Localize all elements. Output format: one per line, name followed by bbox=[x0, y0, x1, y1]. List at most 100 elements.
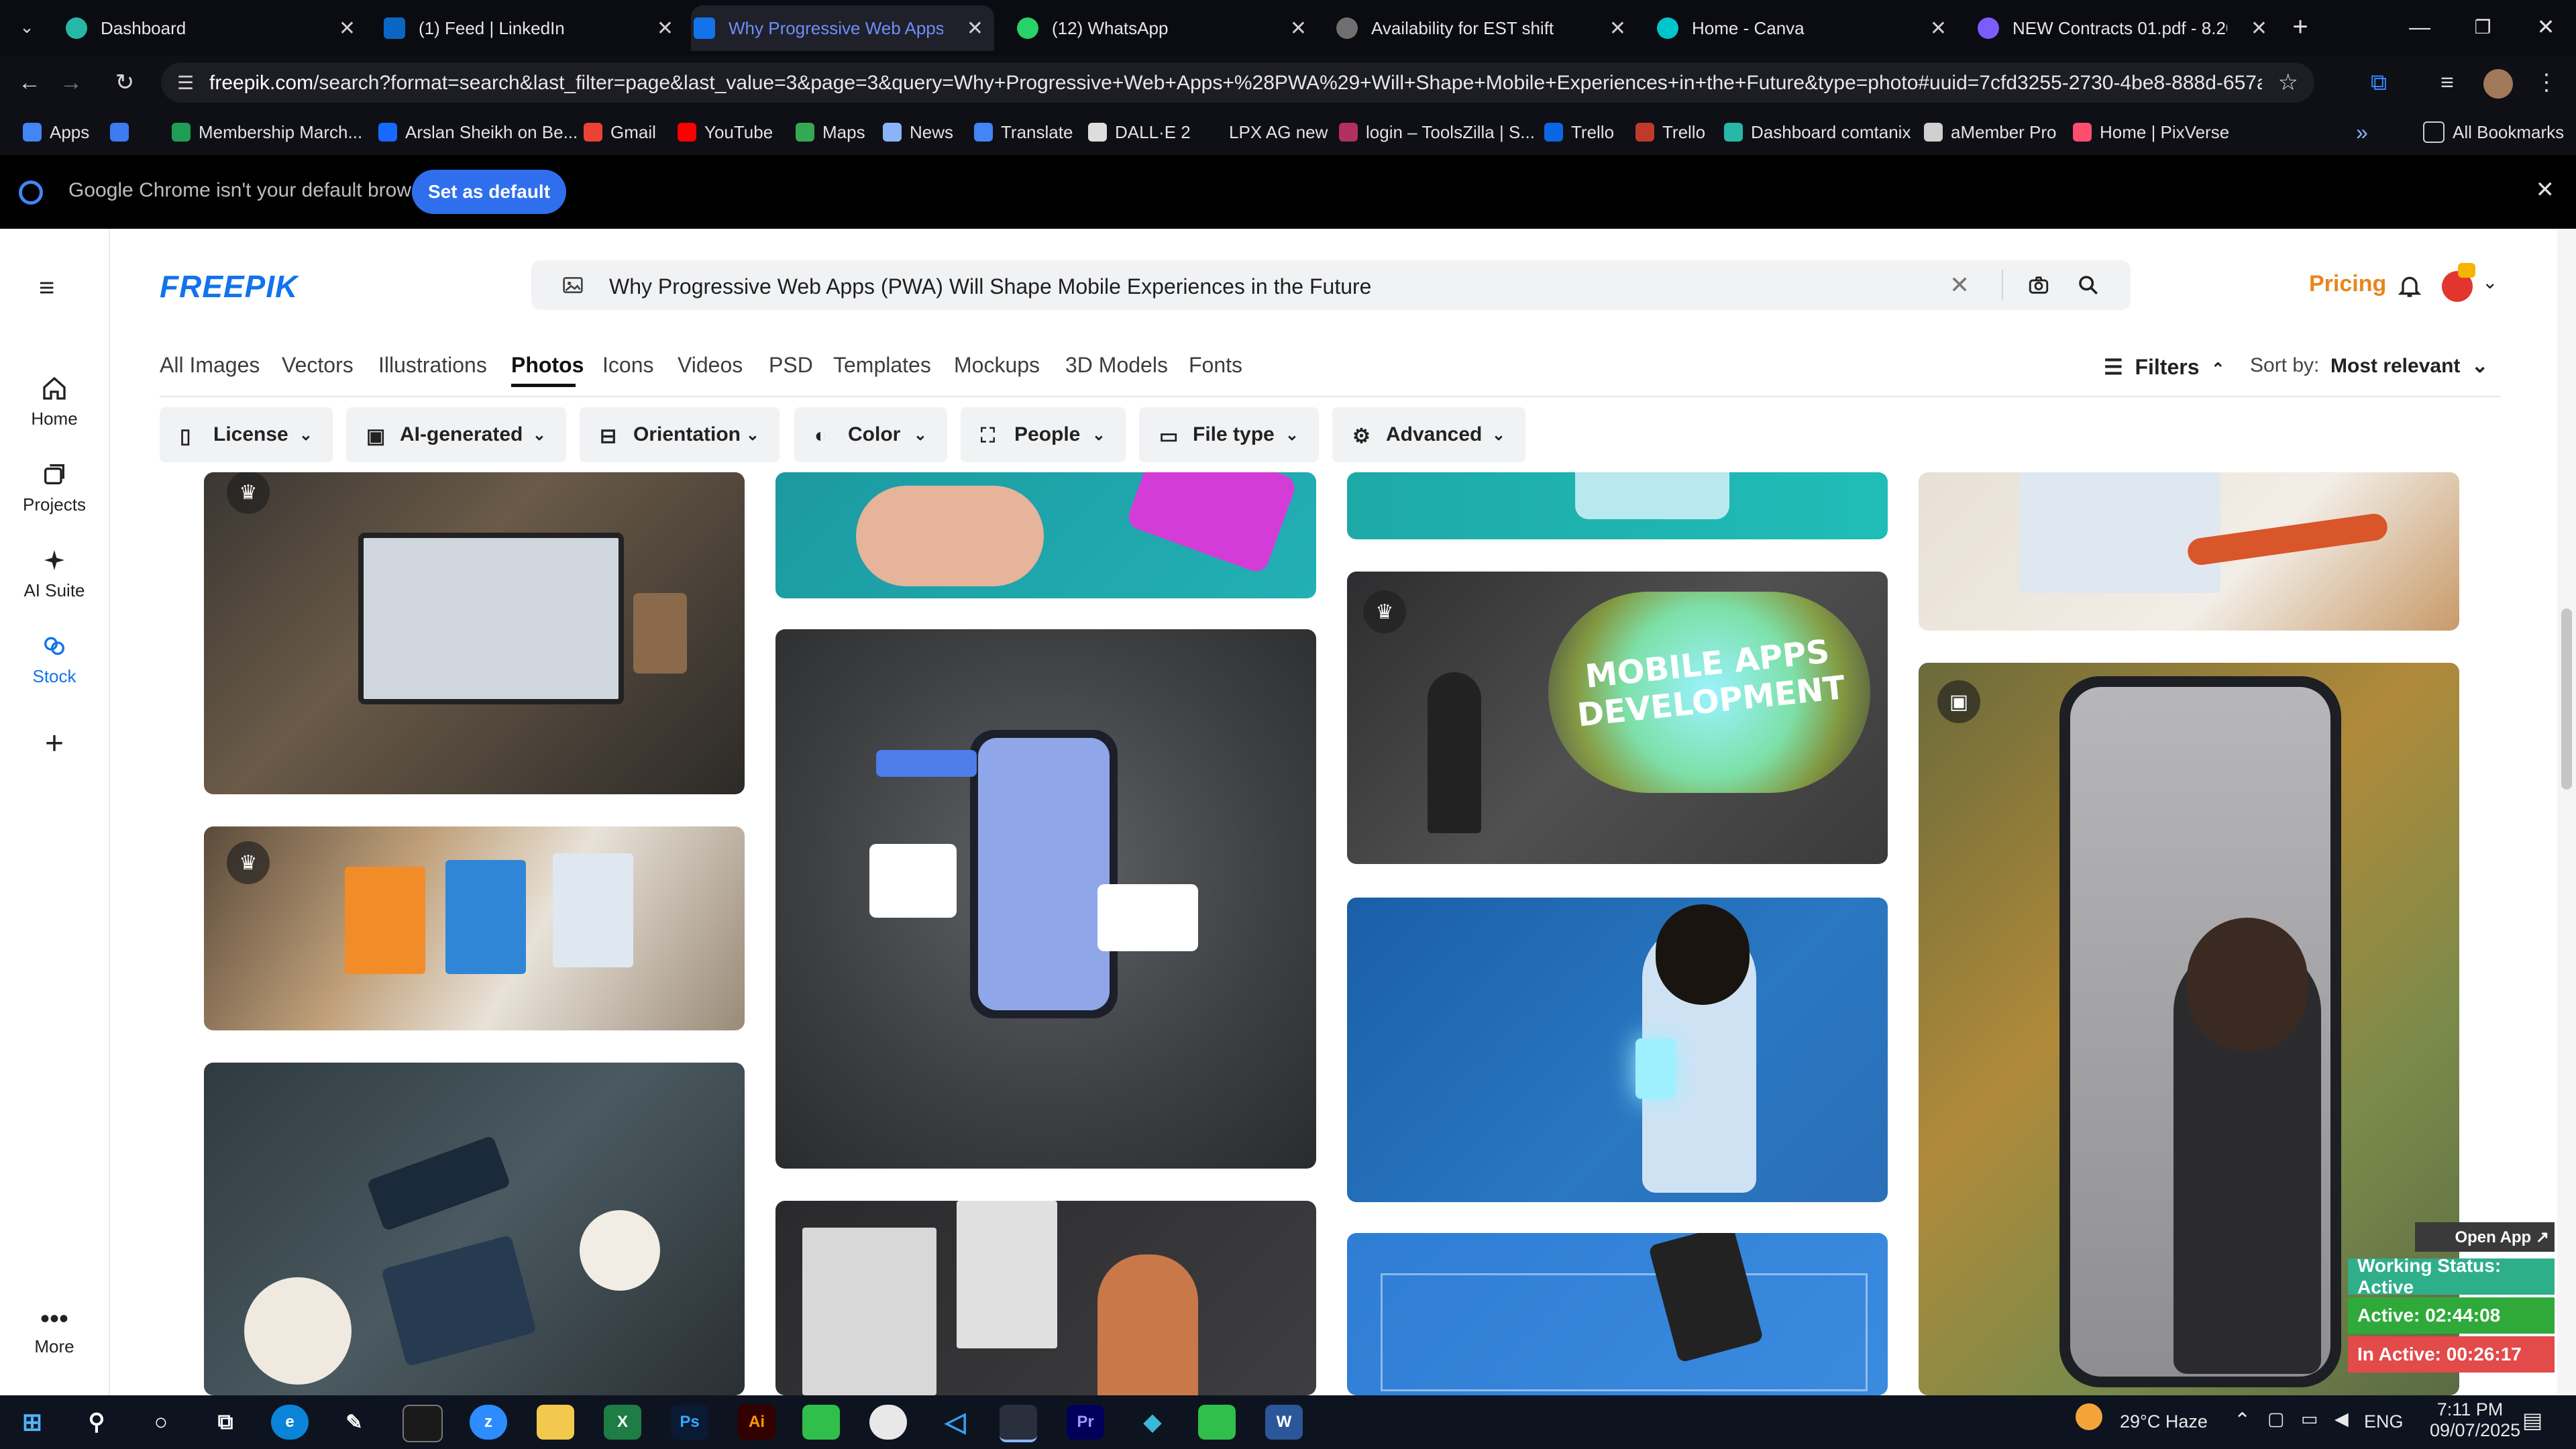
photo-cafe-phones[interactable] bbox=[204, 1063, 745, 1395]
volume-icon[interactable]: ◀ bbox=[2334, 1409, 2349, 1430]
bookmark-grid[interactable] bbox=[110, 120, 137, 144]
excel-icon[interactable]: X bbox=[604, 1405, 641, 1440]
search-icon[interactable] bbox=[2077, 274, 2100, 297]
bookmark-youtube[interactable]: YouTube bbox=[678, 120, 773, 144]
tab-all-images[interactable]: All Images bbox=[160, 353, 260, 378]
bookmark-membership[interactable]: Membership March... bbox=[172, 120, 362, 144]
word-icon[interactable]: W bbox=[1265, 1405, 1303, 1440]
bookmark-comtanix[interactable]: Dashboard comtanix bbox=[1724, 120, 1911, 144]
photo-paper-prototype[interactable] bbox=[1919, 472, 2459, 631]
tab-linkedin[interactable]: (1) Feed | LinkedIn ✕ bbox=[381, 5, 684, 51]
photo-mobile-apps-development[interactable]: MOBILE APPS DEVELOPMENT ♛ bbox=[1347, 572, 1888, 864]
page-scrollbar[interactable] bbox=[2557, 229, 2576, 1395]
filters-toggle[interactable]: ☰ Filters ⌃ bbox=[2104, 354, 2224, 380]
premiere-icon[interactable]: Pr bbox=[1067, 1405, 1104, 1440]
vscode-icon[interactable]: ◁ bbox=[936, 1405, 974, 1440]
edge-icon[interactable]: e bbox=[271, 1405, 309, 1440]
blue-diamond-app-icon[interactable]: ◆ bbox=[1134, 1405, 1171, 1440]
tab-photos[interactable]: Photos bbox=[511, 353, 584, 378]
tray-chevron-up-icon[interactable]: ⌃ bbox=[2234, 1409, 2251, 1432]
sort-dropdown[interactable]: Most relevant ⌄ bbox=[2330, 354, 2488, 378]
filter-people[interactable]: ⛶ People ⌄ bbox=[961, 407, 1126, 462]
tab-contracts-pdf[interactable]: NEW Contracts 01.pdf - 8.208 ✕ bbox=[1975, 5, 2278, 51]
all-bookmarks[interactable]: All Bookmarks bbox=[2423, 120, 2564, 144]
tab-fonts[interactable]: Fonts bbox=[1189, 353, 1242, 378]
tab-whatsapp[interactable]: (12) WhatsApp ✕ bbox=[1014, 5, 1318, 51]
bookmark-toolszilla[interactable]: login – ToolsZilla | S... bbox=[1339, 120, 1535, 144]
url-text[interactable]: freepik.com/search?format=search&last_fi… bbox=[209, 72, 2262, 95]
tab-illustrations[interactable]: Illustrations bbox=[378, 353, 487, 378]
bookmark-gmail[interactable]: Gmail bbox=[584, 120, 656, 144]
windows-start-icon[interactable]: ⊞ bbox=[13, 1405, 51, 1440]
task-view-icon[interactable]: ⧉ bbox=[207, 1405, 244, 1440]
extensions-icon[interactable]: ⧉ bbox=[2361, 65, 2396, 100]
pricing-link[interactable]: Pricing bbox=[2309, 271, 2386, 297]
filter-license[interactable]: ▯ License ⌄ bbox=[160, 407, 333, 462]
camera-search-icon[interactable] bbox=[2027, 274, 2050, 297]
network-icon[interactable]: ▭ bbox=[2301, 1409, 2318, 1430]
weather-text[interactable]: 29°C Haze bbox=[2120, 1411, 2208, 1432]
cortana-icon[interactable]: ○ bbox=[142, 1405, 180, 1440]
tab-mockups[interactable]: Mockups bbox=[954, 353, 1040, 378]
rail-item-projects[interactable]: Projects bbox=[0, 461, 109, 515]
bookmark-news[interactable]: News bbox=[883, 120, 953, 144]
reload-icon[interactable]: ↻ bbox=[107, 65, 142, 100]
bookmark-star-icon[interactable]: ☆ bbox=[2278, 69, 2298, 96]
photoshop-icon[interactable]: Ps bbox=[671, 1405, 708, 1440]
search-bar[interactable]: Why Progressive Web Apps (PWA) Will Shap… bbox=[531, 260, 2131, 310]
zoom-icon[interactable]: z bbox=[470, 1405, 507, 1440]
meet-now-icon[interactable]: ▢ bbox=[2267, 1409, 2285, 1430]
photo-app-sketches[interactable]: ♛ bbox=[204, 826, 745, 1030]
tab-vectors[interactable]: Vectors bbox=[282, 353, 354, 378]
address-bar[interactable]: ☰ freepik.com/search?format=search&last_… bbox=[161, 62, 2314, 103]
minimize-window-button[interactable]: — bbox=[2390, 0, 2450, 54]
filter-file-type[interactable]: ▭ File type ⌄ bbox=[1139, 407, 1319, 462]
restore-window-button[interactable]: ❐ bbox=[2453, 0, 2513, 54]
chrome-menu-icon[interactable]: ⋮ bbox=[2529, 65, 2564, 100]
bookmark-trello-1[interactable]: Trello bbox=[1544, 120, 1614, 144]
close-tab-icon[interactable]: ✕ bbox=[1609, 17, 1626, 40]
green-app-icon[interactable] bbox=[1198, 1405, 1236, 1440]
close-tab-icon[interactable]: ✕ bbox=[1930, 17, 1947, 40]
tab-icons[interactable]: Icons bbox=[602, 353, 653, 378]
close-tab-icon[interactable]: ✕ bbox=[2251, 17, 2267, 40]
tab-3d-models[interactable]: 3D Models bbox=[1065, 353, 1168, 378]
tab-videos[interactable]: Videos bbox=[678, 353, 743, 378]
rail-item-stock[interactable]: Stock bbox=[0, 633, 109, 687]
set-as-default-button[interactable]: Set as default bbox=[412, 170, 566, 214]
rail-item-home[interactable]: Home bbox=[0, 375, 109, 429]
image-type-icon[interactable] bbox=[562, 275, 584, 295]
tab-freepik-active[interactable]: Why Progressive Web Apps (P ✕ bbox=[691, 5, 994, 51]
filter-advanced[interactable]: ⚙ Advanced ⌄ bbox=[1332, 407, 1525, 462]
close-tab-icon[interactable]: ✕ bbox=[657, 17, 674, 40]
tab-psd[interactable]: PSD bbox=[769, 353, 813, 378]
bookmark-pixverse[interactable]: Home | PixVerse bbox=[2073, 120, 2229, 144]
open-app-link[interactable]: Open App ↗ bbox=[2415, 1222, 2555, 1252]
tab-dashboard[interactable]: Dashboard ✕ bbox=[63, 5, 366, 51]
profile-avatar[interactable] bbox=[2483, 69, 2513, 99]
clock[interactable]: 7:11 PM 09/07/2025 bbox=[2430, 1399, 2520, 1441]
bookmark-apps[interactable]: Apps bbox=[23, 120, 89, 144]
photo-phone-ui-popups[interactable] bbox=[775, 629, 1316, 1169]
notifications-bell-icon[interactable] bbox=[2396, 272, 2423, 299]
photo-tablet-wireframes[interactable]: ♛ bbox=[204, 472, 745, 794]
photo-teal-phone[interactable] bbox=[1347, 472, 1888, 539]
account-chevron-down-icon[interactable]: ⌄ bbox=[2482, 271, 2498, 293]
green-app-icon[interactable] bbox=[802, 1405, 840, 1440]
tab-availability[interactable]: Availability for EST shift ✕ bbox=[1334, 5, 1637, 51]
bookmark-translate[interactable]: Translate bbox=[974, 120, 1073, 144]
pen-tool-icon[interactable]: ✎ bbox=[335, 1405, 373, 1440]
filter-ai-generated[interactable]: ▣ AI-generated ⌄ bbox=[346, 407, 566, 462]
tab-canva[interactable]: Home - Canva ✕ bbox=[1654, 5, 1957, 51]
bookmark-lpx[interactable]: LPX AG new bbox=[1202, 120, 1328, 144]
bookmark-dalle[interactable]: DALL·E 2 bbox=[1088, 120, 1191, 144]
notifications-icon[interactable]: ▤ bbox=[2522, 1407, 2542, 1433]
close-window-button[interactable]: ✕ bbox=[2516, 0, 2576, 54]
freepik-logo[interactable]: FREEPIK bbox=[160, 268, 298, 305]
new-tab-button[interactable]: + bbox=[2270, 0, 2330, 54]
illustrator-icon[interactable]: Ai bbox=[738, 1405, 775, 1440]
rail-item-add[interactable]: + bbox=[0, 725, 109, 762]
close-infobar-icon[interactable]: ✕ bbox=[2536, 176, 2555, 203]
more-bookmarks-chevron-icon[interactable]: » bbox=[2356, 120, 2368, 144]
photo-hands-pink-phone[interactable] bbox=[775, 472, 1316, 598]
